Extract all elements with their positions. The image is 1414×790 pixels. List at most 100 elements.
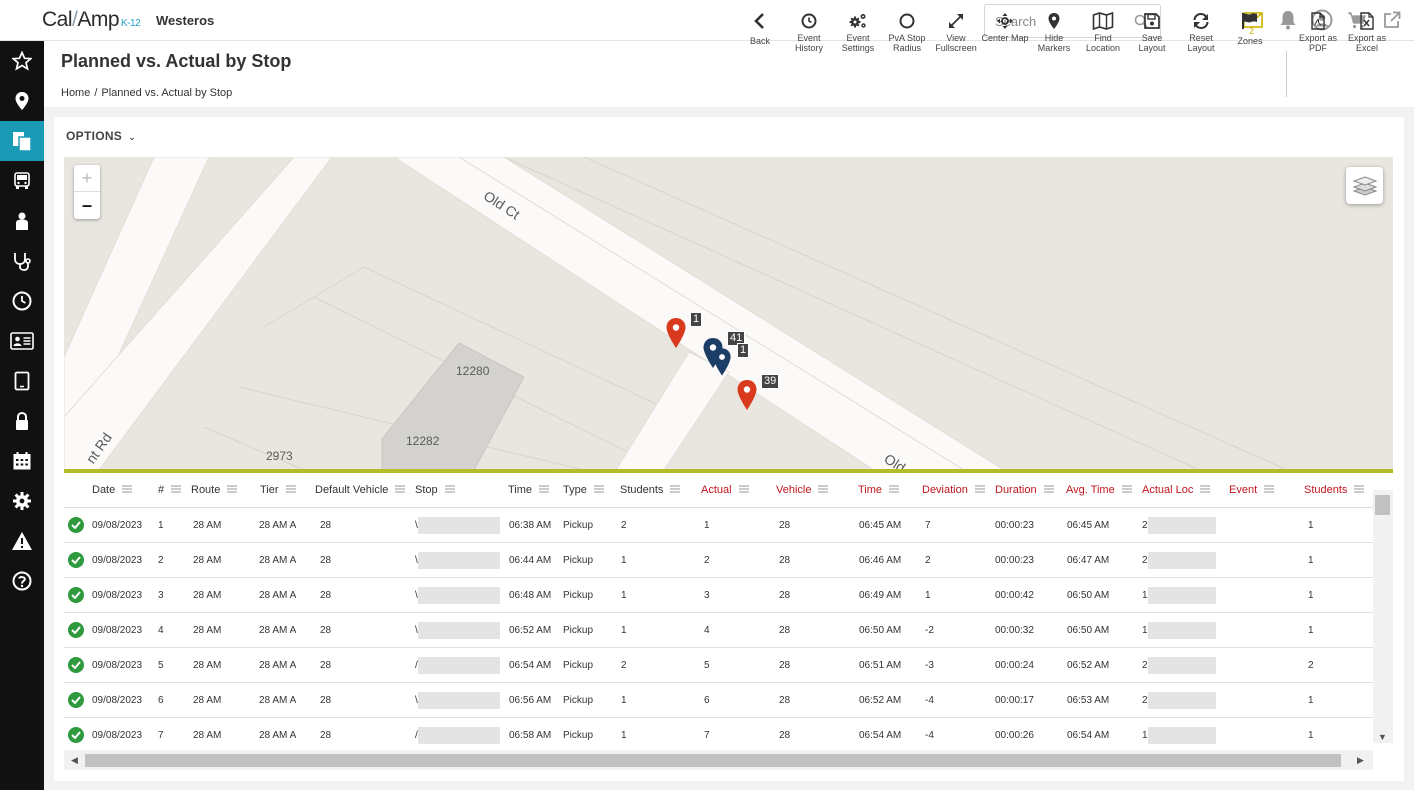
- actual-stop-marker[interactable]: [712, 347, 732, 382]
- cell-avg-time: 06:54 AM: [1067, 730, 1110, 741]
- table-row[interactable]: 09/08/2023 2 28 AM 28 AM A 28 \ 06:44 AM Pickup…: [64, 543, 1373, 578]
- column-menu-icon[interactable]: [1200, 484, 1211, 496]
- sidebar-favorites-star-icon[interactable]: [0, 41, 44, 81]
- find-location-button[interactable]: Find Location: [1079, 12, 1127, 53]
- save-layout-button[interactable]: Save Layout: [1128, 12, 1176, 53]
- column-menu-icon[interactable]: [171, 484, 182, 496]
- column-menu-icon[interactable]: [285, 484, 296, 496]
- cell-act-time: 06:54 AM: [859, 730, 902, 741]
- view-fullscreen-button[interactable]: View Fullscreen: [932, 12, 980, 53]
- sidebar-stethoscope-icon[interactable]: [0, 241, 44, 281]
- column-header[interactable]: Actual Loc: [1142, 484, 1211, 496]
- cell-route: 28 AM: [193, 695, 222, 706]
- event-settings-button[interactable]: Event Settings: [834, 12, 882, 53]
- planned-stop-marker[interactable]: [736, 379, 758, 416]
- column-header[interactable]: Type: [563, 484, 604, 496]
- table-row[interactable]: 09/08/2023 1 28 AM 28 AM A 28 \ 06:38 AM Pickup…: [64, 508, 1373, 543]
- sidebar-bus-icon[interactable]: [0, 161, 44, 201]
- zoom-in-button[interactable]: +: [74, 165, 100, 192]
- column-header[interactable]: Route: [191, 484, 238, 496]
- sidebar-clock-icon[interactable]: [0, 281, 44, 321]
- export-excel-button[interactable]: Export as Excel: [1343, 12, 1391, 53]
- column-header[interactable]: Students: [620, 484, 681, 496]
- zoom-out-button[interactable]: –: [74, 192, 100, 219]
- calamp-logo[interactable]: Cal/Amp K-12: [42, 8, 141, 32]
- column-header[interactable]: Stop: [415, 484, 455, 496]
- column-menu-icon[interactable]: [1354, 484, 1365, 496]
- column-menu-icon[interactable]: [889, 484, 900, 496]
- column-header[interactable]: Event: [1229, 484, 1275, 496]
- sidebar-tablet-icon[interactable]: [0, 361, 44, 401]
- reset-layout-button[interactable]: Reset Layout: [1177, 12, 1225, 53]
- column-header[interactable]: Avg. Time: [1066, 484, 1132, 496]
- column-menu-icon[interactable]: [539, 484, 550, 496]
- table-row[interactable]: 09/08/2023 5 28 AM 28 AM A 28/06:54 AM Pickup…: [64, 648, 1373, 683]
- scroll-down-arrow-icon[interactable]: ▼: [1378, 732, 1387, 742]
- cell-time: 06:44 AM: [509, 555, 552, 566]
- column-header[interactable]: Deviation: [922, 484, 985, 496]
- marker-label: 1: [690, 312, 703, 327]
- column-header[interactable]: Students: [1304, 484, 1365, 496]
- column-header[interactable]: Duration: [995, 484, 1054, 496]
- sidebar-id-card-icon[interactable]: [0, 321, 44, 361]
- center-map-button[interactable]: Center Map: [981, 12, 1029, 43]
- sidebar-settings-gear-icon[interactable]: [0, 481, 44, 521]
- column-header[interactable]: Time: [858, 484, 900, 496]
- sidebar-lock-icon[interactable]: [0, 401, 44, 441]
- redacted-actual-location: [1148, 727, 1216, 744]
- column-menu-icon[interactable]: [444, 484, 455, 496]
- cell-students: 1: [621, 730, 627, 741]
- column-header[interactable]: Default Vehicle: [315, 484, 406, 496]
- column-header[interactable]: #: [158, 484, 182, 496]
- map-view[interactable]: Old Ct Old nt Rd 12280 12282 2973 + – 1 …: [64, 157, 1393, 470]
- scroll-right-arrow-icon[interactable]: ▶: [1357, 755, 1364, 766]
- vertical-scroll-thumb[interactable]: [1375, 495, 1390, 515]
- breadcrumb-home[interactable]: Home: [61, 87, 90, 99]
- redacted-stop-name: [418, 517, 500, 534]
- export-pdf-button[interactable]: Export as PDF: [1294, 12, 1342, 53]
- scroll-left-arrow-icon[interactable]: ◀: [71, 755, 78, 766]
- column-header[interactable]: Date: [92, 484, 133, 496]
- column-menu-icon[interactable]: [593, 484, 604, 496]
- sidebar-reports-icon[interactable]: [0, 121, 44, 161]
- sidebar-help-icon[interactable]: [0, 561, 44, 601]
- table-row[interactable]: 09/08/2023 6 28 AM 28 AM A 28 \ 06:56 AM Pickup…: [64, 683, 1373, 718]
- check-circle-icon: [68, 692, 84, 708]
- column-header[interactable]: Time: [508, 484, 550, 496]
- hide-markers-button[interactable]: Hide Markers: [1030, 12, 1078, 53]
- column-menu-icon[interactable]: [227, 484, 238, 496]
- sidebar-student-icon[interactable]: [0, 201, 44, 241]
- sidebar-warning-icon[interactable]: [0, 521, 44, 561]
- column-header[interactable]: Vehicle: [776, 484, 829, 496]
- table-row[interactable]: 09/08/2023 3 28 AM 28 AM A 28 \ 06:48 AM Pickup…: [64, 578, 1373, 613]
- pva-stop-radius-button[interactable]: PvA Stop Radius: [883, 12, 931, 53]
- sidebar-map-pin-icon[interactable]: [0, 81, 44, 121]
- column-menu-icon[interactable]: [1264, 484, 1275, 496]
- column-header[interactable]: Actual: [701, 484, 749, 496]
- horizontal-scrollbar[interactable]: ◀ ▶: [64, 750, 1373, 770]
- sidebar-calendar-icon[interactable]: [0, 441, 44, 481]
- horizontal-scroll-thumb[interactable]: [85, 754, 1341, 767]
- cell-act-loc: 1: [1142, 625, 1148, 636]
- column-menu-icon[interactable]: [395, 484, 406, 496]
- table-row[interactable]: 09/08/2023 7 28 AM 28 AM A 28/06:58 AM Pickup…: [64, 718, 1373, 753]
- vertical-scrollbar[interactable]: ▼: [1373, 490, 1393, 743]
- column-menu-icon[interactable]: [974, 484, 985, 496]
- table-row[interactable]: 09/08/2023 4 28 AM 28 AM A 28 \ 06:52 AM Pickup…: [64, 613, 1373, 648]
- column-menu-icon[interactable]: [1121, 484, 1132, 496]
- layers-button[interactable]: [1346, 167, 1383, 204]
- cell-vehicle: 28: [320, 695, 332, 706]
- column-menu-icon[interactable]: [1043, 484, 1054, 496]
- cell-duration: 00:00:26: [995, 730, 1034, 741]
- planned-stop-marker[interactable]: [665, 317, 687, 354]
- options-toggle[interactable]: OPTIONS ⌄: [66, 129, 136, 143]
- column-header[interactable]: Tier: [260, 484, 296, 496]
- column-menu-icon[interactable]: [670, 484, 681, 496]
- cell-time: 06:38 AM: [509, 520, 552, 531]
- zones-button[interactable]: Zones: [1226, 12, 1274, 46]
- column-menu-icon[interactable]: [818, 484, 829, 496]
- back-button[interactable]: Back: [736, 12, 784, 46]
- event-history-button[interactable]: Event History: [785, 12, 833, 53]
- column-menu-icon[interactable]: [738, 484, 749, 496]
- column-menu-icon[interactable]: [122, 484, 133, 496]
